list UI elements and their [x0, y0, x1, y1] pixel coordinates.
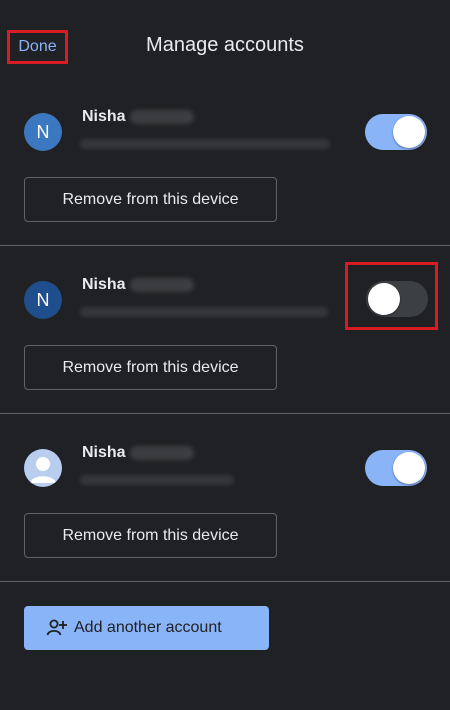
- account-sync-toggle[interactable]: [365, 450, 427, 486]
- toggle-knob: [393, 116, 425, 148]
- toggle-knob: [393, 452, 425, 484]
- toggle-highlight-box: [345, 262, 438, 330]
- account-name-row: Nisha: [82, 108, 194, 132]
- redacted-email: [80, 475, 234, 485]
- divider: [0, 245, 450, 246]
- remove-account-button[interactable]: Remove from this device: [24, 345, 277, 390]
- add-account-button[interactable]: Add another account: [24, 606, 269, 650]
- redacted-surname: [129, 277, 194, 292]
- remove-account-button[interactable]: Remove from this device: [24, 513, 277, 558]
- app-header: Done Manage accounts: [0, 0, 450, 95]
- add-account-label: Add another account: [74, 619, 222, 636]
- page-title: Manage accounts: [146, 34, 304, 56]
- account-name: Nisha: [82, 444, 126, 461]
- account-avatar: N: [24, 281, 62, 319]
- redacted-surname: [129, 109, 194, 124]
- account-item: N Nisha Remove from this device: [0, 95, 450, 263]
- account-name: Nisha: [82, 108, 126, 125]
- account-sync-toggle[interactable]: [365, 114, 427, 150]
- remove-account-button[interactable]: Remove from this device: [24, 177, 277, 222]
- account-item: Nisha Remove from this device: [0, 431, 450, 599]
- divider: [0, 581, 450, 582]
- account-name-row: Nisha: [82, 276, 194, 300]
- redacted-email: [80, 139, 330, 149]
- account-name-row: Nisha: [82, 444, 194, 468]
- person-avatar-icon: [24, 449, 62, 487]
- redacted-email: [80, 307, 328, 317]
- account-name: Nisha: [82, 276, 126, 293]
- divider: [0, 413, 450, 414]
- redacted-surname: [129, 445, 194, 460]
- add-person-icon: [46, 618, 68, 638]
- account-avatar: N: [24, 113, 62, 151]
